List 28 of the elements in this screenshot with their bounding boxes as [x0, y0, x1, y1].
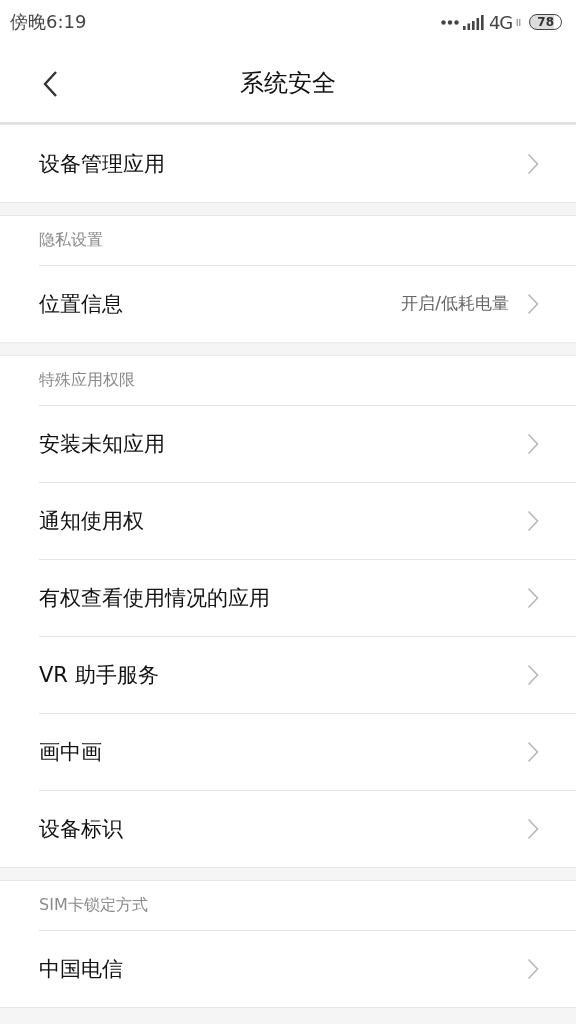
chevron-right-icon — [527, 663, 539, 686]
section-header: 隐私设置 — [38, 229, 104, 251]
chevron-right-icon — [527, 817, 539, 840]
chevron-right-icon — [527, 292, 539, 315]
status-time: 傍晚6:19 — [10, 10, 87, 34]
network-type: 4G — [488, 11, 513, 33]
settings-item[interactable]: 设备标识 — [0, 790, 576, 867]
chevron-right-icon — [527, 432, 539, 455]
settings-item[interactable]: VR 助手服务 — [0, 636, 576, 713]
page-title: 系统安全 — [240, 68, 336, 99]
chevron-right-icon — [527, 586, 539, 609]
settings-item[interactable]: 通知使用权 — [0, 482, 576, 559]
settings-item[interactable]: 安装未知应用 — [0, 405, 576, 482]
settings-item[interactable]: 设备管理应用 — [0, 125, 576, 202]
section-header: SIM卡锁定方式 — [38, 894, 149, 916]
chevron-right-icon — [527, 152, 539, 175]
data-arrows-icon — [516, 18, 522, 26]
battery-level: 78 — [529, 14, 562, 30]
signal-icon — [462, 14, 485, 30]
more-dots-icon — [440, 19, 459, 25]
settings-item[interactable]: 画中画 — [0, 713, 576, 790]
settings-item[interactable]: 中国电信 — [0, 930, 576, 1007]
chevron-right-icon — [527, 509, 539, 532]
chevron-right-icon — [527, 740, 539, 763]
settings-item[interactable]: 位置信息 开启/低耗电量 — [0, 265, 576, 342]
chevron-right-icon — [527, 957, 539, 980]
section-header: 特殊应用权限 — [38, 369, 136, 391]
settings-item[interactable]: 有权查看使用情况的应用 — [0, 559, 576, 636]
